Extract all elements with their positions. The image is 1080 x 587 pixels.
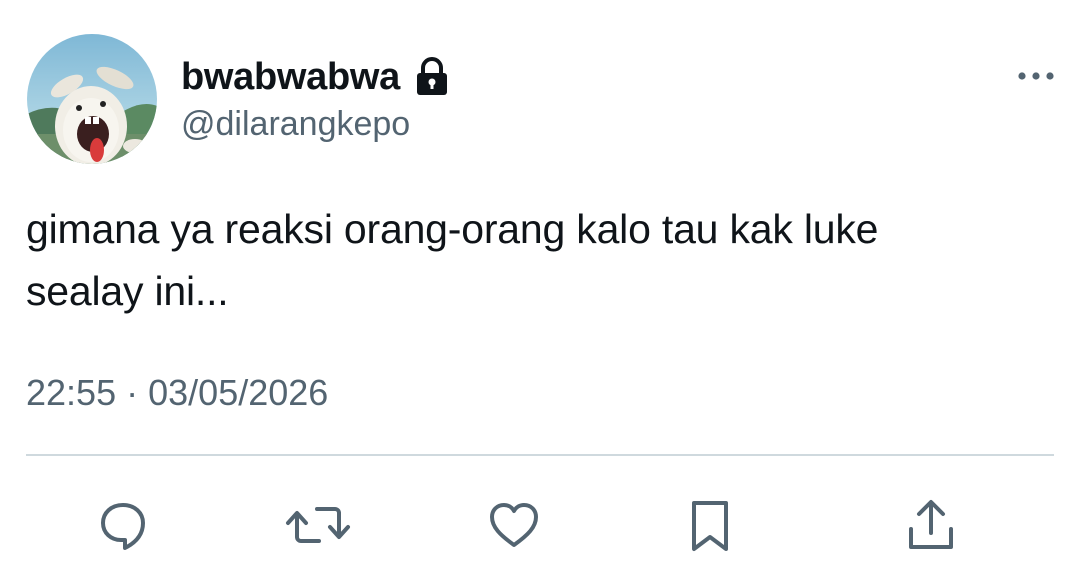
reply-button[interactable]	[88, 490, 158, 560]
reply-icon	[101, 503, 145, 550]
lock-icon	[414, 57, 450, 97]
share-button[interactable]	[896, 490, 966, 560]
display-name[interactable]: bwabwabwa	[181, 55, 400, 99]
action-bar	[0, 490, 1080, 560]
retweet-button[interactable]	[283, 490, 353, 560]
like-button[interactable]	[479, 490, 549, 560]
avatar[interactable]	[27, 34, 157, 164]
heart-icon	[490, 503, 538, 547]
share-icon	[909, 500, 953, 549]
bookmark-icon	[692, 501, 728, 551]
tweet-meta: 22:55 · 03/05/2026	[26, 370, 328, 416]
display-name-row: bwabwabwa	[181, 55, 450, 99]
user-handle[interactable]: @dilarangkepo	[181, 104, 410, 144]
tweet-card: bwabwabwa @dilarangkepo gimana ya reaksi…	[0, 0, 1080, 587]
more-options-icon[interactable]	[1014, 64, 1058, 88]
tweet-text: gimana ya reaksi orang-orang kalo tau ka…	[26, 206, 879, 314]
rabbid-avatar-image	[27, 34, 157, 164]
bookmark-button[interactable]	[675, 490, 745, 560]
meta-separator: ·	[126, 372, 139, 413]
retweet-icon	[286, 507, 350, 543]
tweet-date[interactable]: 03/05/2026	[148, 372, 328, 413]
divider	[26, 454, 1054, 456]
tweet-time[interactable]: 22:55	[26, 372, 116, 413]
